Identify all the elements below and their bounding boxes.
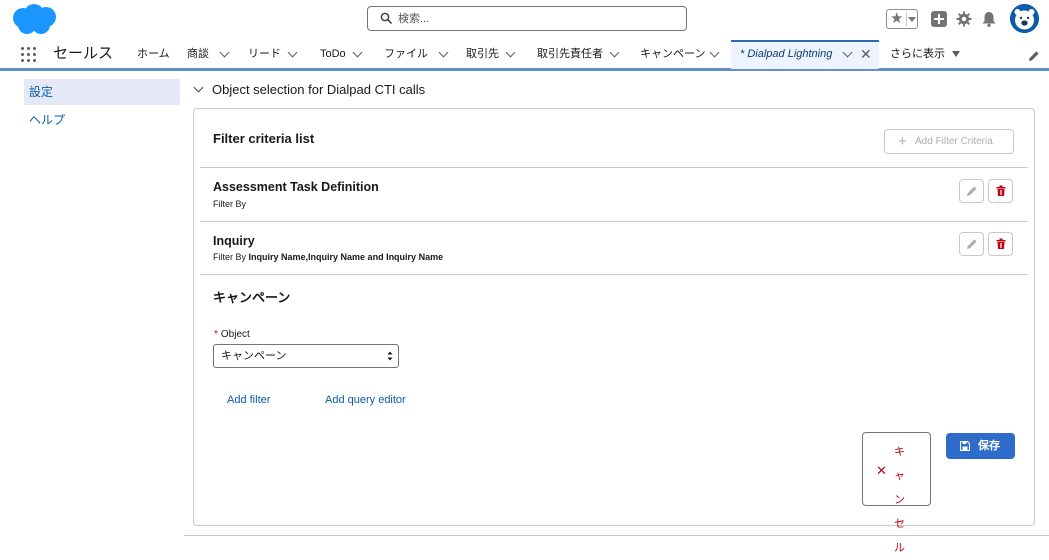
filter-value: Inquiry Name,Inquiry Name and Inquiry Na… — [248, 252, 444, 262]
salesforce-logo[interactable] — [10, 4, 58, 36]
tab-todo[interactable]: ToDo — [320, 40, 366, 69]
cancel-label: キャンセル — [894, 446, 905, 554]
tab-leads[interactable]: リード — [248, 40, 302, 69]
search-icon — [380, 12, 392, 24]
trash-icon — [996, 238, 1006, 249]
chevron-down-icon[interactable] — [193, 82, 204, 93]
cancel-button[interactable]: ✕ キャンセル — [862, 432, 931, 554]
global-search[interactable] — [367, 6, 687, 31]
app-launcher-icon[interactable] — [21, 47, 37, 63]
select-arrows-icon — [387, 351, 393, 361]
chevron-down-icon[interactable] — [219, 47, 230, 58]
filter-list-title: Filter criteria list — [213, 131, 315, 146]
chevron-down-icon[interactable] — [709, 47, 720, 58]
tab-label: * Dialpad Lightning — [740, 48, 833, 60]
tab-accounts[interactable]: 取引先 — [466, 40, 520, 69]
trash-icon — [996, 185, 1006, 196]
object-label-text: Object — [220, 329, 250, 340]
chevron-down-icon[interactable] — [438, 47, 449, 58]
save-label: 保存 — [978, 440, 1000, 452]
app-name: セールス — [53, 45, 114, 62]
global-add-icon[interactable] — [931, 11, 947, 27]
tab-files[interactable]: ファイル — [384, 40, 452, 69]
chevron-down-icon[interactable] — [505, 47, 516, 58]
chevron-down-icon[interactable] — [908, 17, 916, 22]
pencil-icon — [967, 239, 977, 249]
sidebar-item-help[interactable]: ヘルプ — [24, 107, 180, 133]
divider — [200, 221, 1028, 222]
filter-criteria-card: Filter criteria list + Add Filter Criter… — [193, 108, 1035, 554]
tab-opportunities[interactable]: 商談 — [187, 40, 235, 69]
edit-form-title: キャンペーン — [213, 290, 291, 305]
filter-by-label: Filter By — [213, 252, 247, 262]
object-field-label: * Object — [214, 329, 250, 340]
tab-home[interactable]: ホーム — [137, 40, 171, 69]
tab-label: ホーム — [137, 48, 170, 60]
close-icon: ✕ — [876, 463, 887, 478]
page-bottom-border — [184, 535, 1049, 536]
tab-label: 取引先責任者 — [537, 48, 603, 60]
sidebar-item-settings[interactable]: 設定 — [24, 79, 180, 105]
chevron-down-icon[interactable] — [287, 47, 298, 58]
star-icon: ★ — [890, 10, 904, 27]
record-title: Inquiry — [213, 234, 255, 248]
user-avatar[interactable] — [1010, 4, 1039, 33]
delete-button[interactable] — [988, 232, 1013, 256]
object-select[interactable]: キャンペーン — [213, 344, 399, 368]
pencil-icon — [967, 186, 977, 196]
object-select-value: キャンペーン — [221, 350, 287, 362]
search-input[interactable] — [398, 10, 678, 27]
close-icon[interactable]: ✕ — [860, 42, 872, 67]
tab-contacts[interactable]: 取引先責任者 — [537, 40, 623, 69]
edit-button[interactable] — [959, 232, 984, 256]
record-title: Assessment Task Definition — [213, 180, 379, 194]
chevron-down-icon[interactable] — [842, 47, 853, 58]
record-filter-text: Filter By Inquiry Name,Inquiry Name and … — [213, 252, 443, 262]
tab-label: 取引先 — [466, 48, 499, 60]
global-header: ★ — [0, 0, 1049, 40]
section-title: Object selection for Dialpad CTI calls — [212, 82, 426, 97]
chevron-down-icon[interactable] — [352, 47, 363, 58]
favorites-button[interactable]: ★ — [886, 9, 918, 29]
add-filter-link[interactable]: Add filter — [227, 394, 270, 406]
gear-icon[interactable] — [956, 11, 972, 27]
tab-campaigns[interactable]: キャンペーン — [640, 40, 722, 69]
save-button[interactable]: 保存 — [946, 433, 1015, 459]
tab-label: ToDo — [320, 48, 346, 60]
tab-label: ファイル — [384, 48, 428, 60]
required-asterisk: * — [214, 329, 218, 340]
divider — [200, 274, 1028, 275]
add-query-editor-link[interactable]: Add query editor — [325, 394, 406, 406]
favorites-divider — [906, 12, 907, 26]
filter-by-label: Filter By — [213, 199, 247, 209]
tab-label: リード — [248, 48, 281, 60]
more-tabs-label: さらに表示 — [890, 48, 945, 60]
tab-dialpad-lightning[interactable]: * Dialpad Lightning ✕ — [731, 40, 879, 69]
edit-nav-icon[interactable] — [1028, 50, 1040, 62]
divider — [200, 167, 1028, 168]
add-filter-criteria-label: Add Filter Criteria — [915, 136, 993, 147]
edit-button[interactable] — [959, 179, 984, 203]
chevron-down-icon[interactable] — [609, 47, 620, 58]
caret-down-icon[interactable] — [952, 51, 960, 57]
delete-button[interactable] — [988, 179, 1013, 203]
add-filter-criteria-button[interactable]: + Add Filter Criteria — [884, 129, 1014, 154]
sidebar-item-label: 設定 — [29, 85, 54, 99]
plus-icon: + — [898, 133, 907, 150]
sidebar-item-label: ヘルプ — [29, 113, 66, 127]
tab-label: 商談 — [187, 48, 209, 60]
tab-label: キャンペーン — [640, 48, 706, 60]
save-icon — [960, 441, 970, 451]
avatar-icon — [1010, 4, 1039, 33]
bell-icon[interactable] — [980, 10, 998, 28]
record-filter-text: Filter By — [213, 199, 246, 209]
